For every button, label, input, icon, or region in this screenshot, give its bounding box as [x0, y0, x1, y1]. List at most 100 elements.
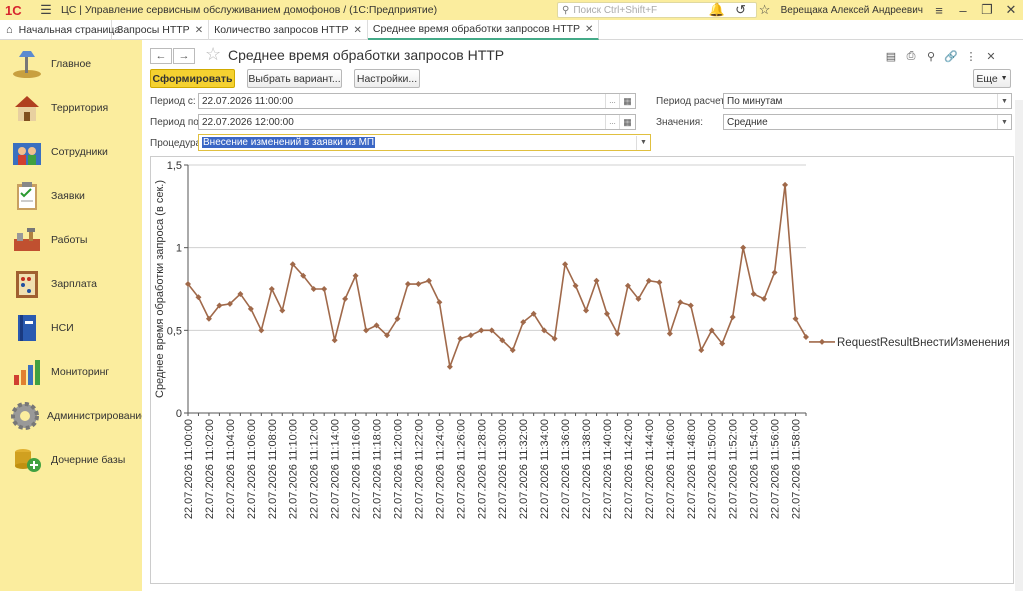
- back-button[interactable]: ←: [150, 48, 172, 64]
- data-point: [268, 286, 275, 292]
- vertical-scrollbar[interactable]: [1015, 100, 1023, 591]
- x-tick-label: 22.07.2026 11:50:00: [707, 419, 719, 519]
- minimize-icon[interactable]: –: [955, 2, 971, 18]
- app-logo: 1С: [5, 2, 22, 18]
- sidebar-item-nsi[interactable]: НСИ: [0, 308, 142, 348]
- more-icon[interactable]: …: [605, 94, 619, 108]
- tab-http-requests[interactable]: Запросы HTTP ✕: [112, 20, 210, 40]
- sidebar-item-label: Работы: [51, 234, 88, 246]
- maximize-icon[interactable]: ❐: [979, 2, 995, 18]
- x-tick-label: 22.07.2026 11:48:00: [686, 419, 698, 519]
- sidebar-item-label: Администрирование: [47, 410, 148, 422]
- y-tick-label: 1,5: [167, 160, 182, 172]
- home-icon: ⌂: [6, 24, 13, 36]
- calc-period-select[interactable]: По минутам ▼: [723, 93, 1012, 109]
- y-tick-label: 0,5: [167, 325, 182, 337]
- data-point: [603, 310, 610, 317]
- sidebar-item-works[interactable]: Работы: [0, 220, 142, 260]
- close-tab-icon[interactable]: ✕: [354, 25, 362, 36]
- close-tab-icon[interactable]: ✕: [195, 25, 203, 36]
- x-tick-label: 22.07.2026 11:02:00: [204, 419, 216, 519]
- values-label: Значения:: [656, 117, 703, 128]
- data-point: [457, 335, 464, 342]
- y-axis-label: Среднее время обработки запроса (в сек.): [154, 180, 166, 398]
- tab-bar: ⌂ Начальная страница Запросы HTTP ✕ Колич…: [0, 20, 1023, 40]
- sidebar-item-child-bases[interactable]: Дочерние базы: [0, 440, 142, 480]
- calendar-icon[interactable]: ▦: [619, 94, 635, 108]
- data-point: [352, 272, 359, 279]
- series-line: [187, 184, 807, 370]
- link-icon[interactable]: 🔗: [941, 48, 961, 64]
- y-tick-label: 1: [176, 243, 182, 255]
- data-point: [666, 330, 673, 337]
- data-point: [698, 347, 705, 354]
- procedure-select[interactable]: Внесение изменений в заявки из МП ▼: [198, 134, 651, 151]
- forward-button[interactable]: →: [173, 48, 195, 64]
- abacus-icon: [9, 267, 45, 301]
- data-point: [677, 299, 684, 306]
- close-tab-icon[interactable]: ✕: [585, 24, 593, 35]
- close-form-icon[interactable]: ✕: [981, 48, 1001, 64]
- close-window-icon[interactable]: ✕: [1003, 2, 1019, 18]
- report-form: ← → ☆ Среднее время обработки запросов H…: [142, 40, 1023, 591]
- chevron-down-icon: ▼: [1000, 75, 1008, 82]
- data-point: [614, 330, 621, 337]
- data-point: [363, 327, 370, 334]
- more-icon[interactable]: …: [605, 115, 619, 129]
- data-point: [771, 269, 778, 276]
- user-name[interactable]: Верещака Алексей Андреевич: [781, 5, 923, 16]
- x-tick-label: 22.07.2026 11:18:00: [372, 419, 384, 519]
- select-variant-button[interactable]: Выбрать вариант...: [247, 69, 342, 88]
- x-tick-label: 22.07.2026 11:14:00: [330, 419, 342, 519]
- settings-button[interactable]: Настройки...: [354, 69, 420, 88]
- tab-http-count[interactable]: Количество запросов HTTP ✕: [209, 20, 368, 40]
- chevron-down-icon[interactable]: ▼: [997, 115, 1011, 129]
- sidebar-item-requests[interactable]: Заявки: [0, 176, 142, 216]
- sidebar-item-employees[interactable]: Сотрудники: [0, 132, 142, 172]
- data-point: [782, 181, 789, 188]
- data-point: [583, 307, 590, 314]
- more-button[interactable]: Еще ▼: [973, 69, 1011, 88]
- print-icon[interactable]: ⎙: [901, 48, 921, 64]
- settings-menu-icon[interactable]: ≡: [931, 2, 947, 18]
- history-icon[interactable]: ↺: [733, 2, 749, 18]
- x-tick-label: 22.07.2026 11:22:00: [413, 419, 425, 519]
- procedure-label: Процедура:: [150, 138, 204, 149]
- sidebar-item-label: Заявки: [51, 190, 85, 202]
- more-actions-icon[interactable]: ⋮: [961, 48, 981, 64]
- data-point: [258, 327, 265, 334]
- gear-icon: [9, 399, 41, 433]
- x-tick-label: 22.07.2026 11:58:00: [791, 419, 803, 519]
- values-select[interactable]: Средние ▼: [723, 114, 1012, 130]
- search-icon: ⚲: [562, 4, 570, 16]
- favorites-star-icon[interactable]: ☆: [757, 2, 773, 18]
- chevron-down-icon[interactable]: ▼: [636, 135, 650, 150]
- sidebar-item-salary[interactable]: Зарплата: [0, 264, 142, 304]
- procedure-value: Внесение изменений в заявки из МП: [202, 137, 376, 148]
- sidebar-item-label: Дочерние базы: [51, 454, 126, 466]
- chart-area: 0 0,5 1 1,5 Среднее время обработки запроса …: [150, 156, 1014, 584]
- generate-button[interactable]: Сформировать: [150, 69, 235, 88]
- sidebar-item-territory[interactable]: Территория: [0, 88, 142, 128]
- save-icon[interactable]: ▤: [881, 48, 901, 64]
- menu-icon[interactable]: ☰: [38, 2, 54, 18]
- period-from-field[interactable]: 22.07.2026 11:00:00 … ▦: [198, 93, 636, 109]
- tab-home[interactable]: ⌂ Начальная страница: [0, 20, 120, 40]
- page-title: Среднее время обработки запросов HTTP: [228, 47, 505, 63]
- bell-icon[interactable]: 🔔: [709, 2, 725, 18]
- sidebar-item-monitoring[interactable]: Мониторинг: [0, 352, 142, 392]
- data-point: [331, 337, 338, 344]
- calendar-icon[interactable]: ▦: [619, 115, 635, 129]
- favorite-star-icon[interactable]: ☆: [205, 44, 221, 65]
- bar-chart-icon: [9, 355, 45, 389]
- preview-icon[interactable]: ⚲: [921, 48, 941, 64]
- sidebar-item-main[interactable]: Главное: [0, 44, 142, 84]
- period-to-field[interactable]: 22.07.2026 12:00:00 … ▦: [198, 114, 636, 130]
- sidebar-item-admin[interactable]: Администрирование: [0, 396, 147, 436]
- x-tick-label: 22.07.2026 11:40:00: [602, 419, 614, 519]
- sidebar-item-label: Мониторинг: [51, 366, 110, 378]
- chevron-down-icon[interactable]: ▼: [997, 94, 1011, 108]
- sidebar-item-label: Главное: [51, 58, 92, 70]
- x-tick-label: 22.07.2026 11:28:00: [476, 419, 488, 519]
- tab-http-avg-time[interactable]: Среднее время обработки запросов HTTP ✕: [367, 20, 600, 40]
